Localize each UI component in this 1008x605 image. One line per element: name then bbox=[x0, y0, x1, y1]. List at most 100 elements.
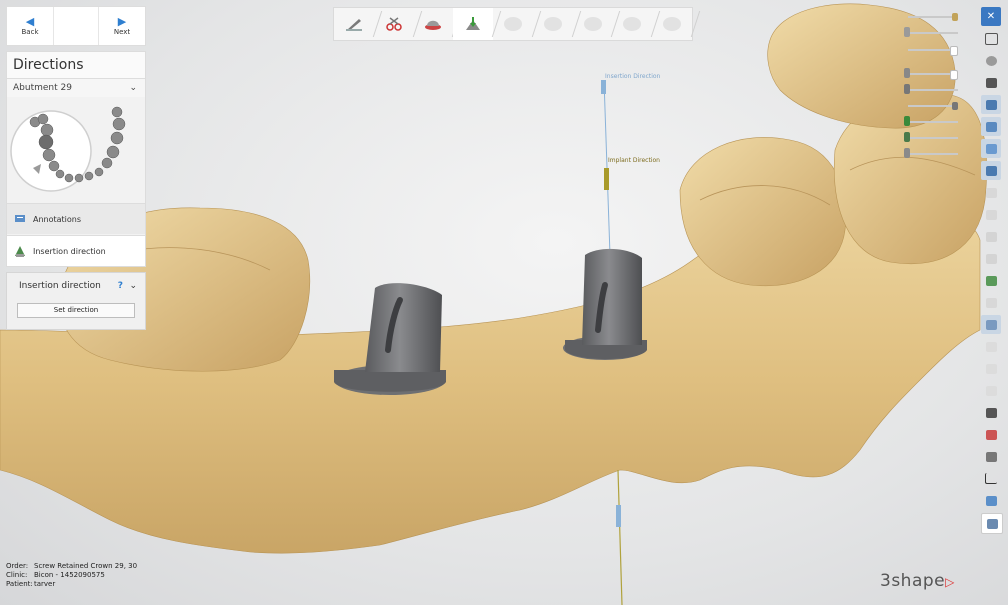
close-icon: ✕ bbox=[986, 10, 996, 22]
tooth-step-icon bbox=[623, 17, 642, 31]
tooth-selector-value: Abutment 29 bbox=[13, 83, 72, 93]
tool-button-16[interactable] bbox=[981, 337, 1001, 356]
next-button[interactable]: ▶ Next bbox=[99, 7, 145, 45]
arrow-left-icon: ◀ bbox=[25, 15, 35, 28]
patient-key: Patient: bbox=[6, 580, 33, 588]
tool-icon bbox=[985, 187, 997, 198]
directions-panel: Directions Abutment 29 ⌄ Annotations Ins… bbox=[6, 51, 146, 267]
order-info: Order: Screw Retained Crown 29, 30 Clinic… bbox=[6, 562, 137, 589]
right-molar bbox=[679, 137, 847, 287]
section-icon bbox=[985, 99, 997, 110]
slider-knob[interactable] bbox=[952, 13, 958, 21]
set-direction-button[interactable]: Set direction bbox=[17, 303, 135, 318]
step-tooth-3[interactable] bbox=[573, 8, 613, 40]
list-item-label: Insertion direction bbox=[33, 246, 106, 256]
step-brush[interactable] bbox=[334, 8, 374, 40]
right-toolbar: ✕ bbox=[979, 7, 1003, 534]
clipping-button[interactable] bbox=[981, 161, 1001, 180]
scissors-icon bbox=[385, 17, 402, 31]
visibility-slider-1[interactable] bbox=[908, 13, 958, 21]
insertion-direction-label: Insertion Direction bbox=[605, 73, 661, 80]
annotations-icon bbox=[15, 215, 25, 222]
tooth-selector[interactable]: Abutment 29 ⌄ bbox=[7, 79, 145, 97]
visibility-slider-5[interactable] bbox=[904, 84, 958, 94]
tool-icon bbox=[985, 231, 997, 242]
tooth-chart[interactable] bbox=[7, 98, 145, 202]
tooth-library-button[interactable] bbox=[981, 513, 1003, 534]
margin-icon bbox=[425, 20, 442, 30]
implant-direction-label: Implant Direction bbox=[608, 157, 660, 164]
chevron-down-icon: ⌄ bbox=[129, 83, 137, 93]
arrow-right-icon: ▶ bbox=[117, 15, 127, 28]
tool-icon bbox=[985, 385, 997, 396]
tool-icon bbox=[985, 297, 997, 308]
tooth-library-icon bbox=[986, 518, 998, 529]
order-value: Screw Retained Crown 29, 30 bbox=[34, 562, 138, 570]
tool-button-12[interactable] bbox=[981, 249, 1001, 268]
cap-button[interactable] bbox=[981, 73, 1001, 92]
tool-button-10[interactable] bbox=[981, 205, 1001, 224]
step-scissors[interactable] bbox=[374, 8, 414, 40]
back-label: Back bbox=[21, 28, 39, 36]
insertion-panel-header[interactable]: Insertion direction ? ⌄ bbox=[11, 277, 141, 295]
distance-button[interactable] bbox=[981, 139, 1001, 158]
list-item-label: Annotations bbox=[33, 214, 82, 224]
screw-icon bbox=[904, 132, 910, 142]
next-label: Next bbox=[113, 28, 131, 36]
clinic-key: Clinic: bbox=[6, 571, 28, 579]
insertion-direction-icon bbox=[466, 17, 481, 30]
cube-view-button[interactable] bbox=[981, 447, 1001, 466]
slider-knob[interactable] bbox=[950, 70, 958, 80]
visibility-slider-6[interactable] bbox=[908, 102, 958, 110]
patient-value: tarver bbox=[34, 580, 56, 588]
step-insertion-direction[interactable] bbox=[453, 8, 494, 40]
tool-button-17[interactable] bbox=[981, 359, 1001, 378]
step-tooth-1[interactable] bbox=[493, 8, 533, 40]
step-margin[interactable] bbox=[414, 8, 454, 40]
tool-button-18[interactable] bbox=[981, 381, 1001, 400]
brand-triangle-icon: ▷ bbox=[945, 575, 955, 589]
brand-name: 3shape bbox=[880, 571, 946, 591]
cube-icon bbox=[985, 451, 997, 462]
layer-icon bbox=[904, 27, 910, 37]
panel-title: Directions bbox=[7, 52, 145, 79]
order-key: Order: bbox=[6, 562, 29, 570]
screw-channel-button[interactable] bbox=[981, 425, 1001, 444]
implant-view-button[interactable] bbox=[981, 271, 1001, 290]
camera-button[interactable] bbox=[981, 403, 1001, 422]
fullscreen-button[interactable] bbox=[981, 29, 1001, 48]
list-item-insertion-direction[interactable]: Insertion direction bbox=[7, 235, 145, 266]
step-tooth-2[interactable] bbox=[533, 8, 573, 40]
help-icon[interactable]: ? bbox=[118, 277, 123, 295]
slider-knob[interactable] bbox=[952, 102, 958, 110]
slider-knob[interactable] bbox=[950, 46, 958, 56]
annotation-button[interactable] bbox=[981, 491, 1001, 510]
close-button[interactable]: ✕ bbox=[981, 7, 1001, 26]
tool-button-14[interactable] bbox=[981, 293, 1001, 312]
axis-button[interactable] bbox=[981, 469, 1001, 488]
model-view-button[interactable] bbox=[981, 315, 1001, 334]
tool-button-11[interactable] bbox=[981, 227, 1001, 246]
visibility-slider-9[interactable] bbox=[904, 148, 958, 158]
visibility-slider-8[interactable] bbox=[904, 132, 958, 142]
visibility-slider-2[interactable] bbox=[904, 27, 958, 37]
visibility-slider-4[interactable] bbox=[904, 68, 958, 80]
list-item-annotations[interactable]: Annotations bbox=[7, 203, 145, 234]
abutment-30[interactable] bbox=[563, 248, 647, 360]
implant-icon bbox=[985, 275, 997, 286]
3d-viewport[interactable] bbox=[0, 0, 1008, 605]
axis-icon bbox=[985, 473, 997, 484]
tool-button-9[interactable] bbox=[981, 183, 1001, 202]
view-orient-button[interactable] bbox=[981, 51, 1001, 70]
tool-icon bbox=[985, 363, 997, 374]
back-button[interactable]: ◀ Back bbox=[7, 7, 53, 45]
chevron-down-icon[interactable]: ⌄ bbox=[129, 277, 137, 295]
workflow-toolbar bbox=[333, 7, 693, 41]
measure-button[interactable] bbox=[981, 117, 1001, 136]
section-view-button[interactable] bbox=[981, 95, 1001, 114]
abutment-icon bbox=[904, 84, 910, 94]
step-tooth-4[interactable] bbox=[612, 8, 652, 40]
visibility-slider-3[interactable] bbox=[908, 46, 958, 56]
visibility-slider-7[interactable] bbox=[904, 116, 958, 126]
step-tooth-5[interactable] bbox=[652, 8, 692, 40]
